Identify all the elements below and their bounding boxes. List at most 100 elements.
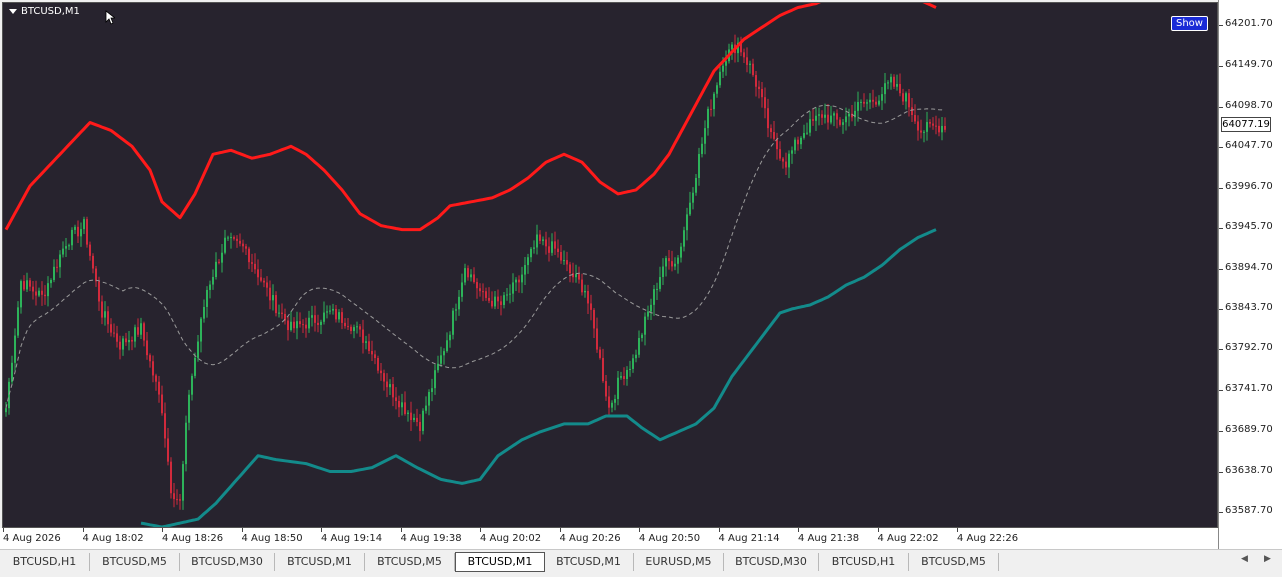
- bull-candle: [212, 276, 214, 285]
- time-tick-label: 4 Aug 19:38: [400, 533, 462, 544]
- candlestick-chart[interactable]: [3, 3, 1218, 528]
- bear-candle: [554, 241, 556, 249]
- bear-candle: [710, 108, 712, 110]
- time-tick-label: 4 Aug 21:38: [798, 533, 860, 544]
- bear-candle: [176, 499, 178, 501]
- time-tick-label: 4 Aug 21:14: [718, 533, 780, 544]
- bear-candle: [56, 266, 58, 268]
- bull-candle: [50, 279, 52, 284]
- price-tick-label: 64098.70: [1225, 99, 1273, 111]
- bull-candle: [512, 282, 514, 294]
- tab[interactable]: BTCUSD,M5: [909, 553, 999, 571]
- bear-candle: [161, 394, 163, 414]
- bull-candle: [311, 315, 313, 318]
- bear-candle: [557, 248, 559, 253]
- price-tick-label: 64047.70: [1225, 140, 1273, 152]
- bear-candle: [566, 260, 568, 265]
- bull-candle: [338, 312, 340, 320]
- bull-candle: [674, 263, 676, 267]
- bull-candle: [209, 284, 211, 290]
- time-tick: [480, 528, 481, 532]
- bear-candle: [110, 324, 112, 333]
- bull-candle: [470, 274, 472, 278]
- bull-candle: [680, 246, 682, 258]
- bear-candle: [839, 119, 841, 125]
- bull-candle: [47, 283, 49, 297]
- bull-candle: [524, 265, 526, 275]
- candles: [5, 34, 946, 510]
- bull-candle: [926, 122, 928, 132]
- bull-candle: [227, 237, 229, 239]
- price-tick: [1219, 471, 1223, 473]
- tab[interactable]: BTCUSD,H1: [0, 553, 90, 571]
- bull-candle: [803, 133, 805, 138]
- bear-candle: [257, 269, 259, 278]
- tab[interactable]: EURUSD,M5: [634, 553, 724, 571]
- bull-candle: [788, 153, 790, 168]
- time-tick: [400, 528, 402, 532]
- bull-candle: [551, 241, 553, 253]
- price-tick-label: 63587.70: [1225, 505, 1273, 516]
- bull-candle: [455, 309, 457, 311]
- plot-area[interactable]: BTCUSD,M1 Show: [2, 2, 1218, 528]
- bear-candle: [608, 396, 610, 408]
- bull-candle: [905, 93, 907, 102]
- tab[interactable]: BTCUSD,H1: [819, 553, 909, 571]
- triangle-down-icon[interactable]: [9, 9, 17, 14]
- bear-candle: [569, 264, 571, 274]
- tab[interactable]: BTCUSD,M30: [180, 553, 275, 571]
- bear-candle: [548, 246, 550, 253]
- bull-candle: [440, 355, 442, 364]
- bear-candle: [932, 123, 934, 126]
- bear-candle: [101, 301, 103, 318]
- bull-candle: [716, 85, 718, 94]
- bear-candle: [398, 400, 400, 408]
- bear-candle: [164, 413, 166, 439]
- bull-candle: [860, 101, 862, 103]
- tab[interactable]: BTCUSD,M1: [275, 553, 365, 571]
- bear-candle: [116, 333, 118, 342]
- bull-candle: [5, 408, 7, 413]
- bull-candle: [683, 230, 685, 247]
- bear-candle: [245, 246, 247, 249]
- bear-candle: [269, 287, 271, 301]
- bull-candle: [650, 304, 652, 312]
- time-tick: [877, 528, 879, 532]
- tab-active[interactable]: BTCUSD,M1: [455, 552, 545, 572]
- bull-candle: [695, 177, 697, 193]
- bear-candle: [467, 268, 469, 278]
- bear-candle: [539, 234, 541, 241]
- bear-candle: [836, 113, 838, 120]
- chevron-right-icon[interactable]: ▶: [1264, 554, 1271, 564]
- bull-candle: [224, 237, 226, 253]
- bull-candle: [896, 84, 898, 87]
- time-tick: [82, 528, 84, 532]
- bear-candle: [143, 323, 145, 341]
- bull-candle: [620, 376, 622, 378]
- bull-candle: [698, 153, 700, 178]
- tab[interactable]: BTCUSD,M5: [90, 553, 180, 571]
- show-button[interactable]: Show: [1171, 16, 1208, 31]
- bear-candle: [86, 219, 88, 245]
- bear-candle: [491, 300, 493, 307]
- bull-candle: [38, 290, 40, 296]
- price-tick: [1219, 389, 1223, 391]
- bull-candle: [722, 65, 724, 72]
- bull-candle: [128, 339, 130, 343]
- bear-candle: [386, 381, 388, 388]
- tab[interactable]: BTCUSD,M5: [365, 553, 455, 571]
- bear-candle: [92, 255, 94, 269]
- bear-candle: [248, 248, 250, 263]
- bear-candle: [821, 114, 823, 118]
- chart-title[interactable]: BTCUSD,M1: [9, 6, 80, 17]
- chart-title-label: BTCUSD,M1: [21, 6, 80, 17]
- bear-candle: [347, 326, 349, 328]
- bear-candle: [305, 324, 307, 329]
- tab[interactable]: BTCUSD,M30: [724, 553, 819, 571]
- chevron-left-icon[interactable]: ◀: [1241, 554, 1248, 564]
- tab[interactable]: BTCUSD,M1: [544, 553, 634, 571]
- bull-candle: [449, 334, 451, 341]
- bull-candle: [656, 288, 658, 290]
- bear-candle: [599, 349, 601, 358]
- price-tick-label: 63741.70: [1225, 382, 1273, 394]
